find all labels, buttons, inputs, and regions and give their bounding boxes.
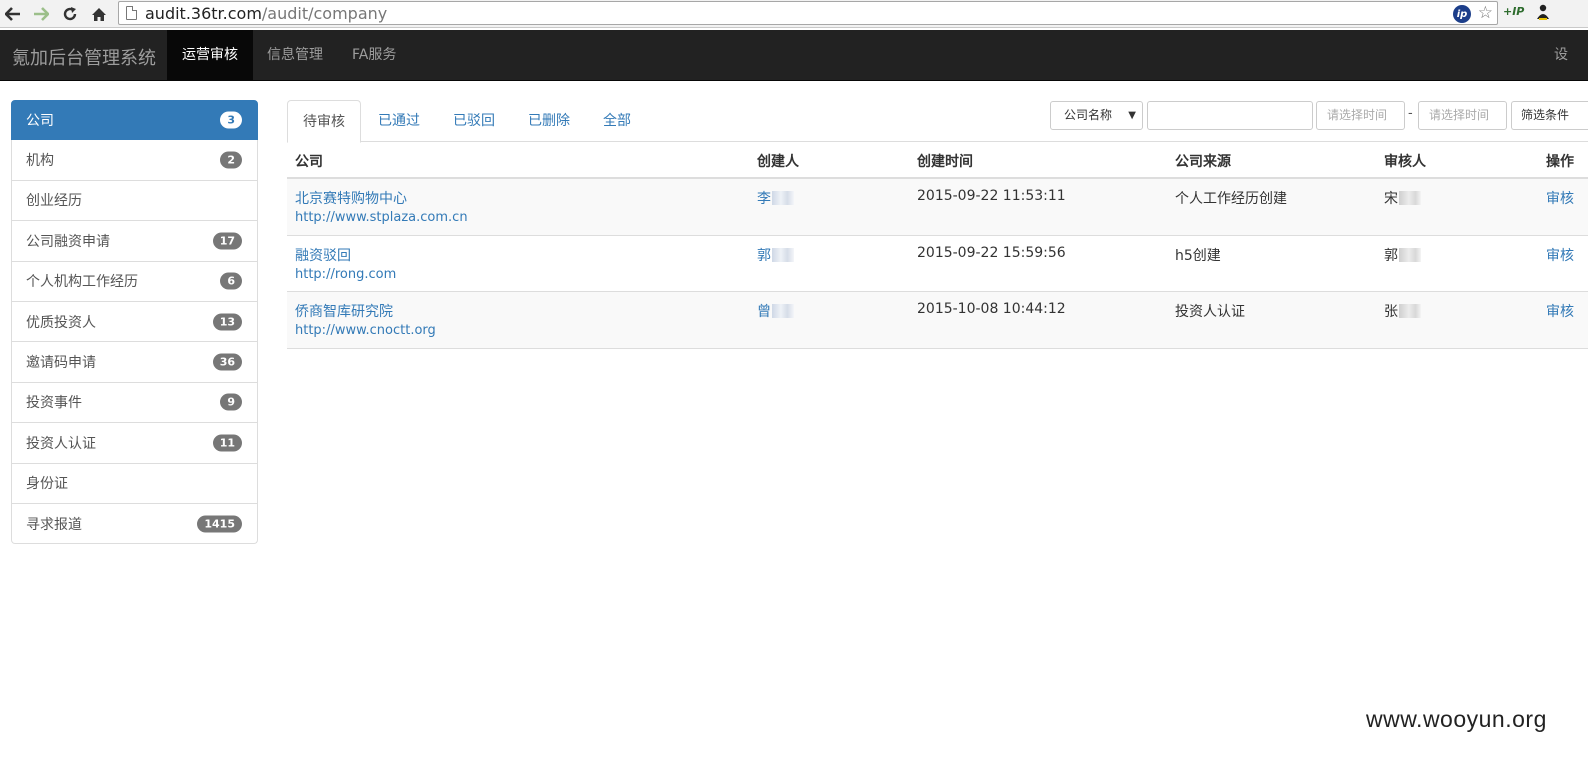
sidebar-item-label: 公司: [26, 113, 54, 130]
ip-extension-button[interactable]: +IP: [1503, 5, 1524, 18]
review-action-link[interactable]: 审核: [1546, 301, 1574, 321]
company-table: 公司 创建人 创建时间 公司来源 审核人 操作 北京赛特购物中心 http://…: [287, 142, 1588, 349]
forward-arrow-icon[interactable]: [30, 3, 52, 25]
caret-down-icon: ▼: [1128, 110, 1136, 121]
company-url-link[interactable]: http://www.stplaza.com.cn: [295, 210, 468, 225]
review-action-link[interactable]: 审核: [1546, 245, 1574, 265]
sidebar-item-investment-event[interactable]: 投资事件 9: [11, 382, 258, 424]
company-cell: 北京赛特购物中心 http://www.stplaza.com.cn: [295, 188, 468, 225]
bookmark-star-icon[interactable]: ☆: [1478, 4, 1493, 22]
back-arrow-icon[interactable]: [2, 3, 24, 25]
watermark-text: www.wooyun.org: [1366, 706, 1547, 732]
sidebar-item-label: 机构: [26, 153, 54, 170]
sidebar-item-label: 创业经历: [26, 193, 82, 210]
creator-link[interactable]: 曾: [757, 301, 794, 321]
sidebar-item-label: 投资事件: [26, 395, 82, 412]
keyword-input[interactable]: [1147, 101, 1313, 130]
reload-icon[interactable]: [59, 3, 81, 25]
sidebar-item-institution[interactable]: 机构 2: [11, 140, 258, 181]
sidebar-item-label: 寻求报道: [26, 516, 82, 533]
nav-item-info-management[interactable]: 信息管理: [252, 30, 338, 80]
sidebar-item-work-experience[interactable]: 个人机构工作经历 6: [11, 261, 258, 302]
sidebar-item-label: 邀请码申请: [26, 355, 96, 372]
sidebar-item-label: 个人机构工作经历: [26, 274, 138, 291]
reviewer-name: 郭: [1384, 245, 1421, 265]
column-header-reviewer: 审核人: [1384, 154, 1426, 170]
browser-toolbar: audit.36tr.com/audit/company ip ☆ +IP: [0, 0, 1588, 28]
table-header: 公司 创建人 创建时间 公司来源 审核人 操作: [287, 142, 1588, 179]
sidebar-item-startup-experience[interactable]: 创业经历: [11, 180, 258, 222]
tab-all[interactable]: 全部: [588, 100, 646, 142]
top-navbar: 氪加后台管理系统 运营审核 信息管理 FA服务 设: [0, 30, 1588, 81]
sidebar-item-financing-application[interactable]: 公司融资申请 17: [11, 221, 258, 262]
date-range-separator: -: [1408, 106, 1413, 121]
user-extension-icon[interactable]: [1536, 4, 1550, 24]
company-cell: 融资驳回 http://rong.com: [295, 245, 396, 282]
ip-extension-icon[interactable]: ip: [1453, 5, 1471, 23]
creator-link[interactable]: 郭: [757, 245, 794, 265]
page-icon: [126, 6, 137, 20]
created-time: 2015-09-22 15:59:56: [917, 244, 1066, 261]
count-badge: 9: [220, 393, 242, 411]
column-header-company: 公司: [295, 154, 323, 170]
tab-pending[interactable]: 待审核: [287, 100, 361, 143]
brand-title[interactable]: 氪加后台管理系统: [12, 44, 156, 70]
sidebar: 公司 3 机构 2 创业经历 公司融资申请 17 个人机构工作经历 6 优质投资…: [11, 100, 258, 545]
filter-field-select[interactable]: 公司名称 ▼: [1050, 101, 1143, 130]
column-header-created-time: 创建时间: [917, 154, 973, 170]
table-row: 侨商智库研究院 http://www.cnoctt.org 曾 2015-10-…: [287, 292, 1588, 349]
reviewer-name: 张: [1384, 301, 1421, 321]
reviewer-name: 宋: [1384, 188, 1421, 208]
created-time: 2015-10-08 10:44:12: [917, 301, 1066, 317]
company-cell: 侨商智库研究院 http://www.cnoctt.org: [295, 301, 436, 338]
count-badge: 2: [220, 151, 242, 169]
sidebar-item-id-card[interactable]: 身份证: [11, 463, 258, 504]
count-badge: 17: [212, 232, 242, 250]
count-badge: 11: [212, 434, 242, 452]
sidebar-item-label: 优质投资人: [26, 314, 96, 331]
sidebar-item-report-request[interactable]: 寻求报道 1415: [11, 503, 258, 545]
column-header-action: 操作: [1546, 154, 1574, 170]
count-badge: 1415: [197, 515, 242, 533]
table-row: 北京赛特购物中心 http://www.stplaza.com.cn 李 201…: [287, 179, 1588, 236]
column-header-source: 公司来源: [1175, 154, 1231, 170]
company-source: 投资人认证: [1175, 304, 1245, 320]
creator-link[interactable]: 李: [757, 188, 794, 208]
count-badge: 36: [212, 353, 242, 371]
end-date-input[interactable]: 请选择时间: [1418, 101, 1507, 130]
filter-field-value: 公司名称: [1064, 108, 1113, 122]
sidebar-item-company[interactable]: 公司 3: [11, 100, 258, 141]
filter-button[interactable]: 筛选条件: [1511, 101, 1588, 130]
url-text: audit.36tr.com/audit/company: [145, 3, 388, 23]
sidebar-item-label: 公司融资申请: [26, 233, 110, 250]
count-badge: 13: [212, 313, 242, 331]
sidebar-item-investor-certification[interactable]: 投资人认证 11: [11, 423, 258, 464]
nav-item-settings[interactable]: 设: [1554, 30, 1568, 80]
review-action-link[interactable]: 审核: [1546, 188, 1574, 208]
company-source: 个人工作经历创建: [1175, 191, 1287, 207]
sidebar-item-label: 身份证: [26, 476, 68, 493]
company-name-link[interactable]: 北京赛特购物中心: [295, 191, 407, 207]
column-header-creator: 创建人: [757, 154, 799, 170]
tab-deleted[interactable]: 已删除: [513, 100, 585, 142]
sidebar-item-label: 投资人认证: [26, 435, 96, 452]
tab-approved[interactable]: 已通过: [363, 100, 435, 142]
count-badge: 6: [220, 272, 242, 290]
company-url-link[interactable]: http://rong.com: [295, 267, 396, 282]
sidebar-item-invite-code[interactable]: 邀请码申请 36: [11, 342, 258, 383]
created-time: 2015-09-22 11:53:11: [917, 188, 1066, 204]
nav-item-fa-service[interactable]: FA服务: [337, 30, 411, 80]
tab-rejected[interactable]: 已驳回: [438, 100, 510, 142]
sidebar-item-quality-investor[interactable]: 优质投资人 13: [11, 301, 258, 343]
company-source: h5创建: [1175, 247, 1221, 264]
count-badge: 3: [220, 111, 242, 129]
company-name-link[interactable]: 侨商智库研究院: [295, 304, 393, 320]
home-icon[interactable]: [88, 3, 110, 25]
address-bar[interactable]: audit.36tr.com/audit/company ip ☆: [118, 1, 1498, 25]
table-row: 融资驳回 http://rong.com 郭 2015-09-22 15:59:…: [287, 236, 1588, 292]
nav-item-operation-review[interactable]: 运营审核: [167, 30, 253, 80]
start-date-input[interactable]: 请选择时间: [1316, 101, 1405, 130]
company-url-link[interactable]: http://www.cnoctt.org: [295, 323, 436, 338]
company-name-link[interactable]: 融资驳回: [295, 248, 351, 264]
